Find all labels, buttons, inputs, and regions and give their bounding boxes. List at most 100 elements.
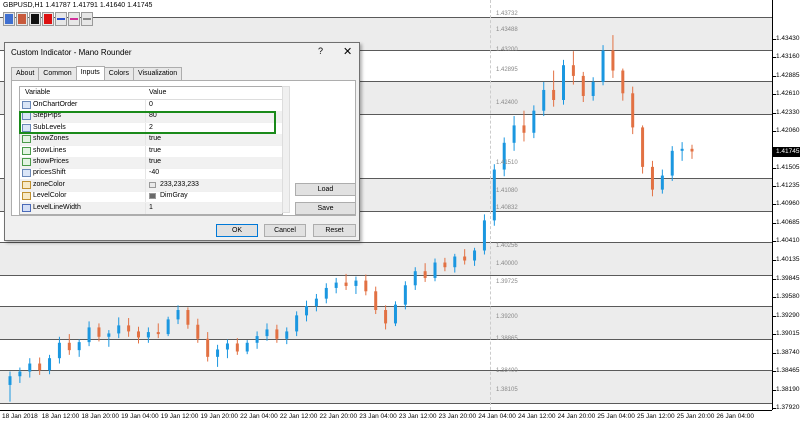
gray-line-color-button[interactable] — [81, 12, 93, 26]
candle-body — [354, 280, 358, 286]
candle-body — [453, 256, 457, 268]
blue-color-button[interactable] — [3, 12, 15, 26]
value-header: Value — [149, 89, 167, 96]
candle-body — [8, 376, 12, 385]
pink-line-color-button[interactable] — [68, 12, 80, 26]
candle-body — [581, 75, 585, 96]
time-label: 23 Jan 12:00 — [398, 413, 437, 420]
variable-value[interactable]: 0 — [149, 101, 153, 108]
candle-body — [601, 50, 605, 82]
time-label: 22 Jan 12:00 — [279, 413, 318, 420]
price-label: 1.39290 — [776, 312, 800, 320]
variable-value[interactable]: true — [149, 147, 161, 154]
level-label: 1.43732 — [496, 10, 518, 17]
candle-body — [166, 319, 170, 335]
candle-body — [522, 125, 526, 133]
price-label: 1.43430 — [776, 35, 800, 43]
level-label: 1.38105 — [496, 387, 518, 394]
candle-body — [670, 150, 674, 176]
time-axis[interactable]: 18 Jan 2018 18 Jan 12:00 18 Jan 20:00 19 Ja… — [0, 410, 772, 425]
grid-row-showlines[interactable]: showLines true — [20, 145, 282, 158]
candle-body — [324, 287, 328, 299]
load-button[interactable]: Load — [295, 183, 356, 196]
time-label: 22 Jan 04:00 — [240, 413, 278, 420]
candle-body — [473, 250, 477, 261]
variable-name: pricesShift — [33, 169, 66, 177]
price-label: 1.42885 — [776, 71, 800, 79]
variable-name: showZones — [33, 135, 69, 143]
candle-body — [216, 349, 220, 357]
price-label: 1.39845 — [776, 274, 800, 282]
color-icon — [22, 192, 31, 201]
candle-body — [186, 310, 190, 325]
color-swatch — [31, 14, 39, 24]
variable-value[interactable]: -40 — [149, 169, 159, 176]
reset-button[interactable]: Reset — [313, 224, 356, 237]
candle-body — [196, 324, 200, 339]
color-icon — [22, 180, 31, 189]
time-label: 18 Jan 2018 — [2, 413, 38, 420]
price-label: 1.38465 — [776, 367, 800, 375]
candle-body — [571, 65, 575, 76]
red2-color-button[interactable] — [42, 12, 54, 26]
variable-value[interactable]: true — [149, 135, 161, 142]
time-label: 19 Jan 20:00 — [200, 413, 239, 420]
tab-common[interactable]: Common — [38, 67, 77, 81]
color-swatch — [83, 18, 91, 20]
help-button[interactable]: ? — [318, 46, 323, 56]
candle-body — [621, 70, 625, 94]
candle-body — [611, 50, 615, 71]
variable-name: showPrices — [33, 158, 69, 165]
blue-line-color-button[interactable] — [55, 12, 67, 26]
tab-about[interactable]: About — [11, 67, 40, 81]
candle-body — [77, 342, 81, 351]
variable-value[interactable]: true — [149, 158, 161, 165]
save-button[interactable]: Save — [295, 202, 356, 215]
time-label: 25 Jan 04:00 — [597, 413, 635, 420]
black-color-button[interactable] — [29, 12, 41, 26]
candle-body — [38, 363, 42, 371]
cancel-button[interactable]: Cancel — [264, 224, 306, 237]
color-swatch — [57, 18, 65, 20]
candle-body — [156, 332, 160, 335]
variable-value[interactable]: 1 — [149, 204, 153, 211]
candle-body — [680, 148, 684, 151]
grid-scrollbar[interactable] — [282, 86, 290, 213]
grid-header: Variable Value — [20, 87, 282, 100]
variable-name: LevelColor — [33, 192, 67, 200]
candle-body — [334, 282, 338, 288]
time-label: 25 Jan 20:00 — [676, 413, 715, 420]
grid-row-levellinewidth[interactable]: LevelLineWidth 1 — [20, 202, 282, 214]
level-label: 1.39200 — [496, 314, 518, 321]
grid-row-zonecolor[interactable]: zoneColor 233,233,233 — [20, 179, 282, 192]
red-color-button[interactable] — [16, 12, 28, 26]
tab-colors[interactable]: Colors — [103, 67, 135, 81]
tab-inputs[interactable]: Inputs — [75, 66, 105, 81]
level-label: 1.42895 — [496, 66, 518, 73]
grid-row-showprices[interactable]: showPrices true — [20, 157, 282, 169]
candle-body — [136, 331, 140, 338]
candle-body — [502, 142, 506, 170]
color-swatch — [70, 18, 78, 20]
candle-body — [314, 298, 318, 307]
symbol-info: GBPUSD,H1 1.41787 1.41791 1.41640 1.4174… — [3, 2, 153, 9]
grid-row-pricesshift[interactable]: pricesShift -40 — [20, 168, 282, 181]
candle-body — [374, 291, 378, 311]
price-axis[interactable]: 1.43430 1.43160 1.42885 1.42610 1.42330 1.420… — [772, 0, 800, 411]
candle-body — [107, 333, 111, 337]
candle-body — [660, 175, 664, 190]
candle-body — [255, 336, 259, 343]
inputs-panel: Variable Value OnChartOrder 0 StepPips 80 Su… — [11, 80, 356, 216]
grid-row-showzones[interactable]: showZones true — [20, 134, 282, 147]
width-icon — [22, 203, 31, 212]
variable-value[interactable]: DimGray — [160, 192, 188, 199]
tab-visualization[interactable]: Visualization — [133, 67, 183, 81]
candle-body — [245, 342, 249, 352]
ok-button[interactable]: OK — [216, 224, 258, 237]
candle-body — [117, 325, 121, 334]
grid-row-levelcolor[interactable]: LevelColor DimGray — [20, 191, 282, 204]
inputs-grid[interactable]: Variable Value OnChartOrder 0 StepPips 80 Su… — [19, 86, 283, 215]
variable-value[interactable]: 233,233,233 — [160, 181, 199, 188]
close-button[interactable]: ✕ — [343, 45, 352, 58]
price-label: 1.38740 — [776, 348, 800, 356]
